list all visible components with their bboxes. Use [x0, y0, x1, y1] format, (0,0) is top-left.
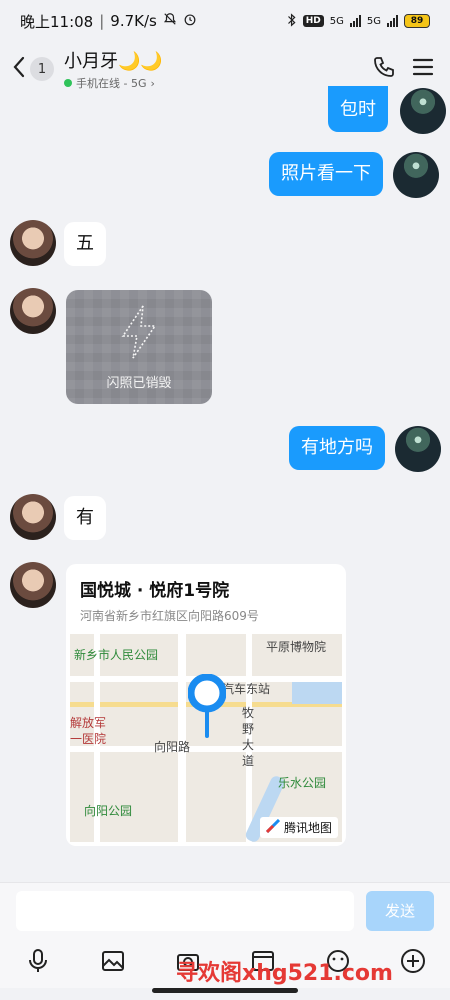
network-1: 5G: [329, 15, 344, 27]
map-brand-label: 腾讯地图: [283, 821, 332, 835]
message-bubble[interactable]: 五: [64, 222, 106, 266]
tencent-map-logo-icon: [265, 818, 281, 836]
signal-icon-2: [387, 15, 398, 27]
location-card[interactable]: 国悦城 · 悦府1号院 河南省新乡市红旗区向阳路609号 新乡市人民公园 平原博…: [66, 564, 346, 846]
map-label: 野: [242, 722, 255, 736]
phone-icon[interactable]: [372, 55, 396, 83]
message-row: 国悦城 · 悦府1号院 河南省新乡市红旗区向阳路609号 新乡市人民公园 平原博…: [10, 562, 346, 846]
location-map[interactable]: 新乡市人民公园 平原博物院 汽车东站 解放军 一医院 向阳路 牧 野 大 道 乐…: [70, 634, 342, 842]
avatar[interactable]: [10, 288, 56, 334]
avatar[interactable]: [400, 88, 446, 134]
message-bubble[interactable]: 有地方吗: [289, 426, 385, 470]
alarm-icon: [183, 12, 197, 30]
map-label: 牧: [242, 706, 255, 720]
map-label: 道: [242, 754, 255, 768]
photo-icon[interactable]: [100, 948, 126, 978]
chevron-left-icon: [12, 56, 26, 82]
send-button[interactable]: 发送: [366, 890, 434, 931]
flash-photo[interactable]: 闪照已销毁: [66, 290, 212, 404]
avatar[interactable]: [393, 152, 439, 198]
hd-icon: HD: [302, 15, 324, 27]
location-address: 河南省新乡市红旗区向阳路609号: [80, 609, 259, 623]
avatar[interactable]: [10, 562, 56, 608]
message-bubble[interactable]: 有: [64, 496, 106, 540]
status-speed: 9.7K/s: [110, 12, 157, 30]
message-bubble[interactable]: 包时: [328, 86, 388, 132]
back-button[interactable]: 1: [12, 56, 54, 82]
online-status-text: 手机在线 - 5G: [76, 77, 147, 90]
map-label: 平原博物院: [266, 640, 327, 654]
map-label: 汽车东站: [222, 682, 271, 696]
map-label: 大: [242, 738, 255, 752]
map-label: 向阳路: [154, 740, 191, 754]
location-pin-icon: [187, 673, 227, 744]
avatar[interactable]: [10, 220, 56, 266]
network-2: 5G: [366, 15, 381, 27]
flash-photo-label: 闪照已销毁: [106, 375, 172, 391]
map-label: 乐水公园: [278, 776, 327, 790]
input-bar: 发送: [0, 882, 450, 938]
message-bubble[interactable]: 照片看一下: [269, 152, 383, 196]
online-dot-icon: [64, 79, 72, 87]
map-label: 向阳公园: [84, 804, 133, 818]
watermark: 寻欢阁xhg521.com: [176, 961, 393, 986]
message-row: 闪照已销毁: [10, 288, 212, 404]
map-brand: 腾讯地图: [259, 817, 338, 838]
battery-icon: 89: [404, 14, 430, 28]
avatar[interactable]: [395, 426, 441, 472]
lightning-icon: [117, 304, 161, 364]
message-input[interactable]: [16, 890, 354, 931]
message-row: 包时: [328, 86, 446, 134]
status-time: 晚上11:08: [20, 12, 94, 31]
mic-icon[interactable]: [25, 948, 51, 978]
chevron-right-icon: ›: [150, 76, 155, 90]
plus-icon[interactable]: [400, 948, 426, 978]
status-bar: 晚上11:08 | 9.7K/s HD 5G 5G 89: [0, 0, 450, 42]
online-status[interactable]: 手机在线 - 5G ›: [64, 75, 163, 91]
avatar[interactable]: [10, 494, 56, 540]
menu-icon[interactable]: [412, 57, 434, 81]
location-title: 国悦城 · 悦府1号院: [80, 581, 230, 601]
map-label: 一医院: [70, 732, 107, 746]
map-label: 新乡市人民公园: [74, 648, 159, 662]
message-row: 有: [10, 494, 106, 540]
chat-title[interactable]: 小月牙🌙🌙: [64, 47, 163, 73]
bluetooth-icon: [287, 12, 297, 30]
home-indicator[interactable]: [152, 988, 298, 993]
message-row: 照片看一下: [269, 152, 439, 198]
map-label: 解放军: [70, 716, 107, 730]
message-row: 五: [10, 220, 106, 266]
signal-icon: [349, 15, 361, 27]
mute-bell-icon: [163, 12, 177, 30]
unread-count-badge: 1: [30, 57, 54, 81]
message-row: 有地方吗: [289, 426, 441, 472]
